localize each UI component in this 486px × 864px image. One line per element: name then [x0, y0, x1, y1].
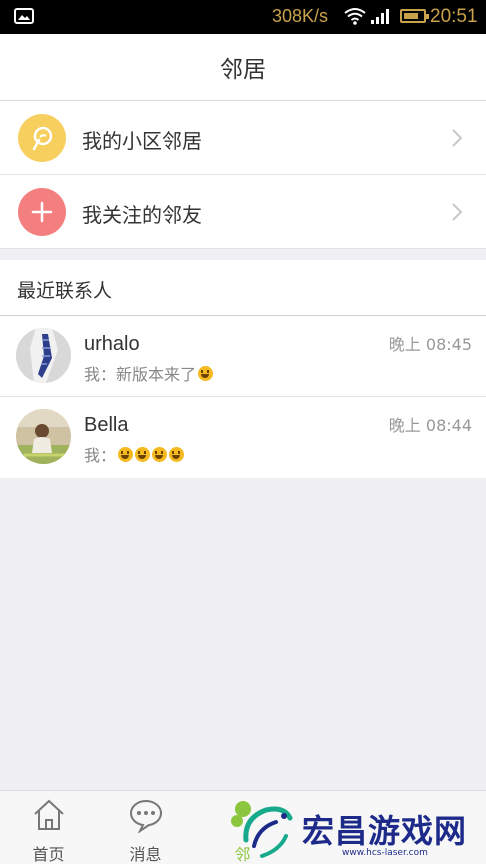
- title-bar: 邻居: [0, 34, 486, 101]
- clock: 20:51: [430, 6, 478, 27]
- recent-contacts-list: urhalo 我：新版本来了 晚上 08:45 Bella 我： 晚上 08:4…: [0, 316, 486, 478]
- chevron-right-icon: [452, 203, 463, 221]
- contact-name: urhalo: [84, 333, 140, 355]
- neighbor-menu: 我的小区邻居 我关注的邻友: [0, 101, 486, 249]
- tab-home[interactable]: 首页: [0, 791, 97, 864]
- battery-icon: [400, 9, 429, 23]
- chat-bubble-icon: [129, 799, 163, 833]
- status-bar: 308K/s 20:51: [0, 0, 486, 34]
- avatar: [16, 409, 71, 464]
- message-time: 晚上 08:44: [388, 416, 472, 435]
- gallery-notification-icon: [14, 8, 34, 24]
- message-time: 晚上 08:45: [388, 335, 472, 354]
- signal-icon: [371, 9, 389, 24]
- wifi-icon: [344, 8, 366, 25]
- contact-row[interactable]: Bella 我： 晚上 08:44: [0, 397, 486, 478]
- smile-emoji-icon: [118, 446, 134, 462]
- home-icon: [34, 799, 64, 830]
- last-message: 我：新版本来了: [84, 361, 214, 385]
- tab-label: 消息: [129, 845, 162, 864]
- chevron-right-icon: [452, 129, 463, 147]
- section-title: 最近联系人: [17, 280, 113, 302]
- last-message-text: 我：: [84, 446, 117, 465]
- contact-name: Bella: [84, 414, 129, 436]
- recent-contacts-header: 最近联系人: [0, 260, 486, 316]
- page-title: 邻居: [220, 57, 266, 83]
- tab-label: 首页: [32, 845, 65, 864]
- last-message: 我：: [84, 442, 185, 466]
- community-icon: [18, 114, 66, 162]
- smile-emoji-icon: [198, 365, 214, 381]
- tab-messages[interactable]: 消息: [97, 791, 194, 864]
- plus-icon: [18, 188, 66, 236]
- smile-emoji-icon: [135, 446, 151, 462]
- menu-item-followed-neighbors[interactable]: 我关注的邻友: [0, 175, 486, 249]
- dragon-logo-icon: [243, 806, 293, 858]
- menu-item-label: 我关注的邻友: [82, 203, 202, 227]
- smile-emoji-icon: [152, 446, 168, 462]
- contact-row[interactable]: urhalo 我：新版本来了 晚上 08:45: [0, 316, 486, 397]
- smile-emoji-icon: [169, 446, 185, 462]
- last-message-text: 我：新版本来了: [84, 365, 197, 384]
- avatar: [16, 328, 71, 383]
- menu-item-label: 我的小区邻居: [82, 129, 202, 153]
- network-speed: 308K/s: [272, 6, 329, 26]
- watermark-logo: 宏昌游戏网 www.hcs-laser.com: [232, 798, 486, 864]
- menu-item-my-community[interactable]: 我的小区邻居: [0, 101, 486, 175]
- watermark-url: www.hcs-laser.com: [342, 848, 428, 858]
- watermark-text: 宏昌游戏网: [302, 812, 468, 850]
